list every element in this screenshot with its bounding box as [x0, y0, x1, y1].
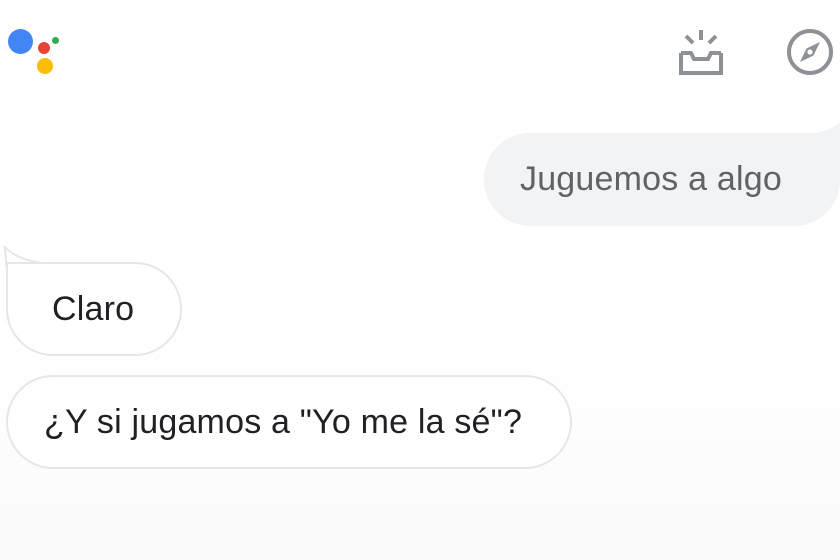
snapshot-icon: [679, 30, 723, 75]
google-assistant-logo: [0, 0, 70, 80]
user-message-text: Juguemos a algo: [520, 160, 782, 198]
logo-yellow-dot: [37, 58, 53, 74]
explore-compass-icon: [787, 29, 833, 75]
assistant-screen: Juguemos a algo Claro ¿Y si jugamos a "Y…: [0, 0, 840, 560]
snapshot-button[interactable]: [672, 24, 728, 80]
logo-red-dot: [38, 42, 50, 54]
user-message-bubble: Juguemos a algo: [484, 133, 840, 226]
assistant-message-text: ¿Y si jugamos a "Yo me la sé"?: [44, 402, 523, 441]
logo-blue-dot: [8, 29, 33, 54]
logo-green-dot: [52, 37, 59, 44]
assistant-message-bubble: ¿Y si jugamos a "Yo me la sé"?: [6, 375, 572, 469]
assistant-message-text: Claro: [52, 289, 135, 328]
assistant-message-bubble: Claro: [6, 262, 182, 356]
explore-button[interactable]: [782, 24, 838, 80]
